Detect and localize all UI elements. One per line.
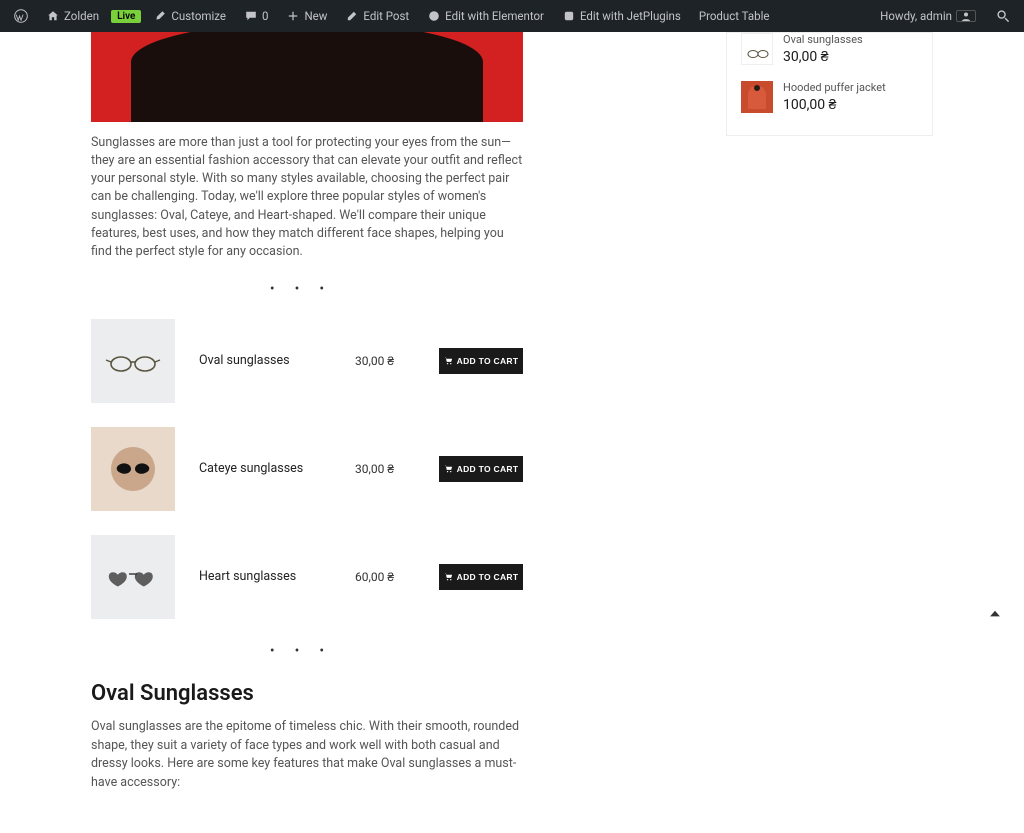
add-to-cart-label: ADD TO CART (457, 356, 519, 366)
sidebar: Oval sunglasses 30,00 ₴ Hooded puffer ja… (726, 32, 933, 793)
howdy-link[interactable]: Howdy, admin (874, 0, 982, 32)
new-link[interactable]: New (280, 0, 333, 32)
product-thumb-heart[interactable] (91, 535, 175, 619)
page: Sunglasses are more than just a tool for… (0, 32, 1024, 833)
jetplugins-icon (562, 9, 576, 23)
product-thumb-oval[interactable] (91, 319, 175, 403)
edit-jetplugins-label: Edit with JetPlugins (580, 9, 681, 23)
search-icon (996, 9, 1010, 23)
add-to-cart-button[interactable]: ADD TO CART (439, 564, 523, 590)
elementor-icon (427, 9, 441, 23)
sidebar-thumb (741, 33, 773, 65)
table-row: Heart sunglasses 60,00 ₴ ADD TO CART (91, 535, 523, 619)
sidebar-item-price: 30,00 ₴ (783, 48, 863, 65)
live-badge: Live (111, 10, 141, 23)
brush-icon (153, 9, 167, 23)
product-list: Oval sunglasses 30,00 ₴ ADD TO CART (91, 319, 523, 619)
sidebar-widget: Oval sunglasses 30,00 ₴ Hooded puffer ja… (726, 32, 933, 136)
new-label: New (304, 9, 327, 23)
intro-paragraph: Sunglasses are more than just a tool for… (91, 134, 523, 261)
product-name[interactable]: Oval sunglasses (199, 353, 331, 368)
howdy-text: Howdy, admin (880, 9, 952, 23)
wp-logo[interactable] (8, 0, 34, 32)
search-toggle[interactable] (990, 0, 1016, 32)
plus-icon (286, 9, 300, 23)
content-wrap: Sunglasses are more than just a tool for… (91, 32, 933, 793)
comments-count: 0 (262, 9, 268, 23)
site-name-text: Zolden (64, 9, 99, 23)
sidebar-item-info: Hooded puffer jacket 100,00 ₴ (783, 81, 886, 113)
sidebar-item-info: Oval sunglasses 30,00 ₴ (783, 33, 863, 65)
pencil-icon (345, 9, 359, 23)
sidebar-thumb (741, 81, 773, 113)
product-table-link[interactable]: Product Table (693, 0, 776, 32)
site-name-link[interactable]: Zolden (40, 0, 105, 32)
product-name[interactable]: Cateye sunglasses (199, 461, 331, 476)
customize-label: Customize (171, 9, 226, 23)
add-to-cart-label: ADD TO CART (457, 572, 519, 582)
sidebar-item-title: Oval sunglasses (783, 33, 863, 46)
product-thumb-cateye[interactable] (91, 427, 175, 511)
avatar-icon (956, 10, 976, 22)
list-item[interactable]: Hooded puffer jacket 100,00 ₴ (741, 73, 918, 121)
scroll-to-top-button[interactable] (984, 604, 1006, 626)
divider-dots: ••• (91, 643, 523, 659)
customize-link[interactable]: Customize (147, 0, 232, 32)
section-paragraph: Oval sunglasses are the epitome of timel… (91, 718, 523, 793)
product-name[interactable]: Heart sunglasses (199, 569, 331, 584)
edit-elementor-label: Edit with Elementor (445, 9, 544, 23)
table-row: Oval sunglasses 30,00 ₴ ADD TO CART (91, 319, 523, 403)
list-item[interactable]: Oval sunglasses 30,00 ₴ (741, 33, 918, 73)
comments-link[interactable]: 0 (238, 0, 274, 32)
wordpress-icon (14, 9, 28, 23)
sidebar-item-price: 100,00 ₴ (783, 96, 886, 113)
divider-dots: ••• (91, 281, 523, 297)
table-row: Cateye sunglasses 30,00 ₴ ADD TO CART (91, 427, 523, 511)
add-to-cart-button[interactable]: ADD TO CART (439, 456, 523, 482)
hero-image (91, 32, 523, 122)
wp-admin-bar: Zolden Live Customize 0 New Edit Post (0, 0, 1024, 32)
add-to-cart-label: ADD TO CART (457, 464, 519, 474)
adminbar-right: Howdy, admin (874, 0, 1016, 32)
edit-jetplugins-link[interactable]: Edit with JetPlugins (556, 0, 687, 32)
sidebar-item-title: Hooded puffer jacket (783, 81, 886, 94)
edit-elementor-link[interactable]: Edit with Elementor (421, 0, 550, 32)
adminbar-left: Zolden Live Customize 0 New Edit Post (8, 0, 776, 32)
edit-post-link[interactable]: Edit Post (339, 0, 415, 32)
main-column: Sunglasses are more than just a tool for… (91, 32, 706, 793)
product-table-label: Product Table (699, 9, 770, 23)
cart-icon (444, 572, 453, 581)
cart-icon (444, 464, 453, 473)
product-price: 30,00 ₴ (355, 462, 415, 476)
product-price: 60,00 ₴ (355, 570, 415, 584)
edit-post-label: Edit Post (363, 9, 409, 23)
home-icon (46, 9, 60, 23)
comment-icon (244, 9, 258, 23)
section-heading: Oval Sunglasses (91, 681, 706, 706)
cart-icon (444, 356, 453, 365)
product-price: 30,00 ₴ (355, 354, 415, 368)
add-to-cart-button[interactable]: ADD TO CART (439, 348, 523, 374)
